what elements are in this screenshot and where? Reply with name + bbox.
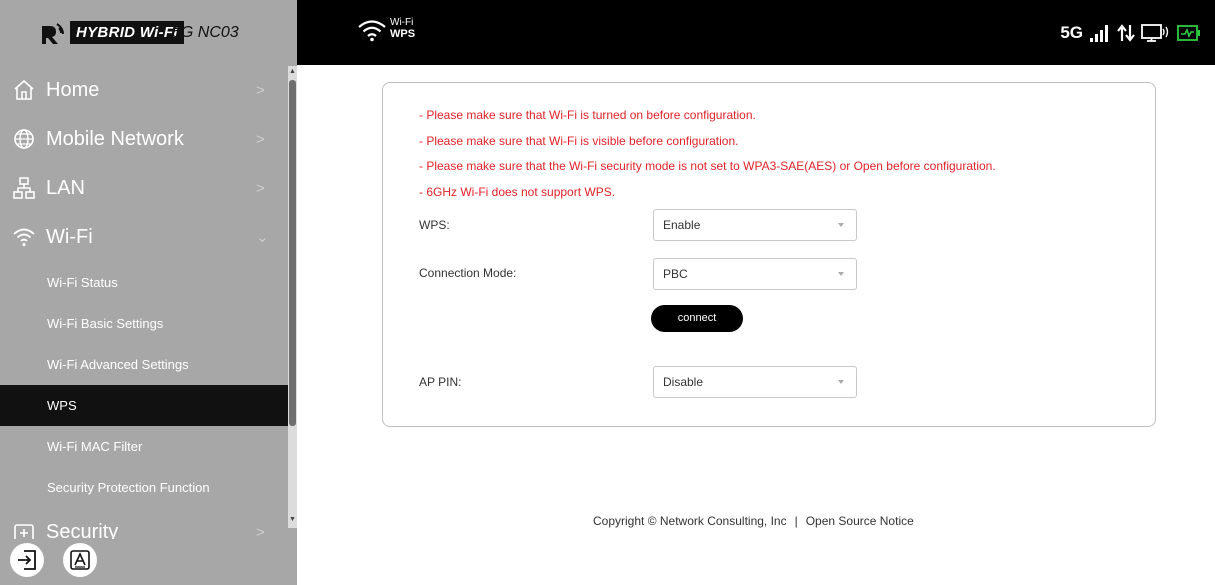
sidebar-item-wifi[interactable]: Wi-Fi ⌄ — [0, 213, 288, 262]
brand-logo-icon — [42, 23, 64, 44]
sidebar-item-label: LAN — [46, 177, 85, 199]
sidebar-item-lan[interactable]: LAN > — [0, 164, 288, 213]
scroll-down-arrow-icon[interactable]: ▼ — [288, 514, 297, 526]
open-source-notice-link[interactable]: Open Source Notice — [806, 514, 914, 528]
wps-settings-panel: - Please make sure that Wi-Fi is turned … — [382, 82, 1156, 427]
chevron-down-icon: ⌄ — [256, 229, 269, 246]
page-title: WPS — [390, 28, 416, 40]
copyright-text: Copyright © Network Consulting, Inc — [593, 514, 787, 528]
brand-badge: HYBRID Wi-Fi — [70, 21, 184, 44]
wps-select-value: Enable — [663, 218, 701, 232]
chevron-right-icon: > — [256, 82, 265, 99]
sidebar-subitem-wifi-advanced-settings[interactable]: Wi-Fi Advanced Settings — [0, 344, 288, 385]
scrollbar-thumb[interactable] — [289, 80, 296, 426]
data-transfer-icon — [1117, 24, 1135, 42]
sidebar-menu: Home > Mobile Network > LAN > Wi-Fi ⌄ Wi… — [0, 66, 288, 557]
ap-pin-select[interactable]: Disable — [653, 366, 857, 398]
footer-separator: | — [794, 514, 798, 528]
sidebar-item-mobile-network[interactable]: Mobile Network > — [0, 115, 288, 164]
logout-icon — [18, 550, 36, 570]
top-bar: Wi-Fi WPS 5G — [297, 0, 1215, 65]
scroll-up-arrow-icon[interactable]: ▲ — [288, 66, 297, 78]
sidebar: HYBRID Wi-Fi 5G NC03 Home > Mobile Netwo… — [0, 0, 297, 585]
brand-model: 5G NC03 — [172, 24, 239, 41]
sidebar-item-home[interactable]: Home > — [0, 66, 288, 115]
wps-select[interactable]: Enable — [653, 209, 857, 241]
sidebar-item-label: Home — [46, 79, 100, 101]
text-size-icon — [70, 550, 90, 570]
connection-mode-label: Connection Mode: — [419, 266, 517, 280]
sidebar-subitem-wifi-status[interactable]: Wi-Fi Status — [0, 262, 288, 303]
globe-icon — [14, 129, 34, 149]
notice-item: - Please make sure that the Wi-Fi securi… — [419, 159, 996, 173]
sidebar-subitem-wifi-basic-settings[interactable]: Wi-Fi Basic Settings — [0, 303, 288, 344]
notice-list: - Please make sure that Wi-Fi is turned … — [419, 103, 996, 205]
sidebar-scrollbar[interactable]: ▲ ▼ — [288, 66, 297, 528]
font-size-button[interactable] — [63, 543, 97, 577]
sidebar-item-label: Mobile Network — [46, 128, 184, 150]
status-indicators: 5G — [1060, 23, 1201, 43]
sidebar-subitem-wps[interactable]: WPS — [0, 385, 288, 426]
ap-pin-label: AP PIN: — [419, 375, 462, 389]
network-type: 5G — [1060, 23, 1083, 42]
brand-header: HYBRID Wi-Fi 5G NC03 — [0, 0, 288, 65]
home-icon — [14, 79, 34, 100]
sidebar-item-label: Wi-Fi — [46, 226, 93, 248]
sidebar-subitem-wifi-mac-filter[interactable]: Wi-Fi MAC Filter — [0, 426, 288, 467]
connect-button[interactable]: connect — [651, 305, 743, 332]
connection-mode-select-value: PBC — [663, 267, 688, 281]
ap-pin-select-value: Disable — [663, 375, 704, 389]
battery-charging-icon — [1177, 25, 1200, 41]
breadcrumb-section: Wi-Fi — [390, 17, 414, 28]
footer: Copyright © Network Consulting, Inc | Open… — [593, 514, 914, 528]
sidebar-subitem-security-protection[interactable]: Security Protection Function — [0, 467, 288, 508]
sidebar-bottom-actions — [0, 539, 297, 585]
caret-down-icon — [838, 223, 844, 227]
wifi-icon — [358, 20, 386, 42]
caret-down-icon — [838, 380, 844, 384]
chevron-right-icon: > — [256, 131, 265, 148]
connection-mode-select[interactable]: PBC — [653, 258, 857, 290]
network-icon — [13, 177, 35, 199]
signal-strength-icon — [1090, 25, 1108, 42]
notice-item: - Please make sure that Wi-Fi is turned … — [419, 108, 756, 122]
caret-down-icon — [838, 272, 844, 276]
notice-item: - Please make sure that Wi-Fi is visible… — [419, 133, 739, 148]
notice-item: - 6GHz Wi-Fi does not support WPS. — [419, 184, 616, 199]
connected-device-icon — [1141, 24, 1169, 42]
wifi-icon — [13, 228, 35, 247]
logout-button[interactable] — [10, 543, 44, 577]
wps-label: WPS: — [419, 218, 450, 232]
chevron-right-icon: > — [256, 180, 265, 197]
